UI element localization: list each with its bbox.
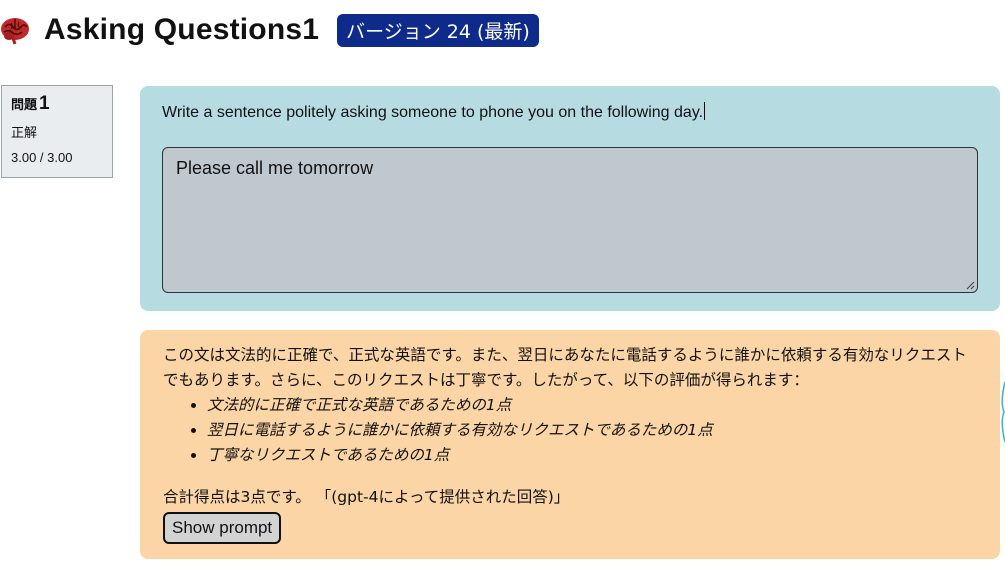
- answer-textarea[interactable]: Please call me tomorrow: [162, 147, 978, 293]
- answer-value: Please call me tomorrow: [176, 158, 374, 178]
- feedback-points-list: 文法的に正確で正式な英語であるための1点 翌日に電話するように誰かに依頼する有効…: [163, 393, 978, 468]
- edge-decoration-icon: [1001, 382, 1005, 442]
- brain-icon: [1, 18, 29, 45]
- prompt-text-row: Write a sentence politely asking someone…: [162, 102, 706, 122]
- version-badge[interactable]: バージョン 24 (最新): [337, 13, 539, 47]
- feedback-total: 合計得点は3点です。 「(gpt-4によって提供された回答)」: [163, 488, 570, 506]
- question-score: 3.00 / 3.00: [11, 150, 73, 165]
- page: Asking Questions1 バージョン 24 (最新) 問題 1 正解 …: [0, 0, 1005, 569]
- page-title: Asking Questions1: [44, 13, 320, 46]
- prompt-text: Write a sentence politely asking someone…: [162, 104, 704, 121]
- question-status: 正解: [11, 126, 38, 141]
- question-nav-card[interactable]: 問題 1 正解 3.00 / 3.00: [1, 85, 113, 178]
- show-prompt-button[interactable]: Show prompt: [163, 512, 282, 544]
- feedback-point: 翌日に電話するように誰かに依頼する有効なリクエストであるための1点: [207, 418, 978, 443]
- question-label: 問題: [11, 98, 38, 113]
- feedback-point: 丁寧なリクエストであるための1点: [207, 443, 978, 468]
- prompt-panel: Write a sentence politely asking someone…: [140, 86, 1000, 311]
- text-caret: [704, 102, 706, 120]
- feedback-intro: この文は文法的に正確で、正式な英語です。また、翌日にあなたに電話するように誰かに…: [163, 346, 967, 389]
- feedback-point: 文法的に正確で正式な英語であるための1点: [207, 393, 978, 418]
- page-header: Asking Questions1 バージョン 24 (最新): [0, 8, 539, 52]
- feedback-panel: この文は文法的に正確で、正式な英語です。また、翌日にあなたに電話するように誰かに…: [140, 330, 1000, 559]
- question-number: 1: [39, 93, 50, 114]
- resize-handle-icon[interactable]: [965, 280, 975, 290]
- question-heading: 問題 1: [11, 93, 103, 115]
